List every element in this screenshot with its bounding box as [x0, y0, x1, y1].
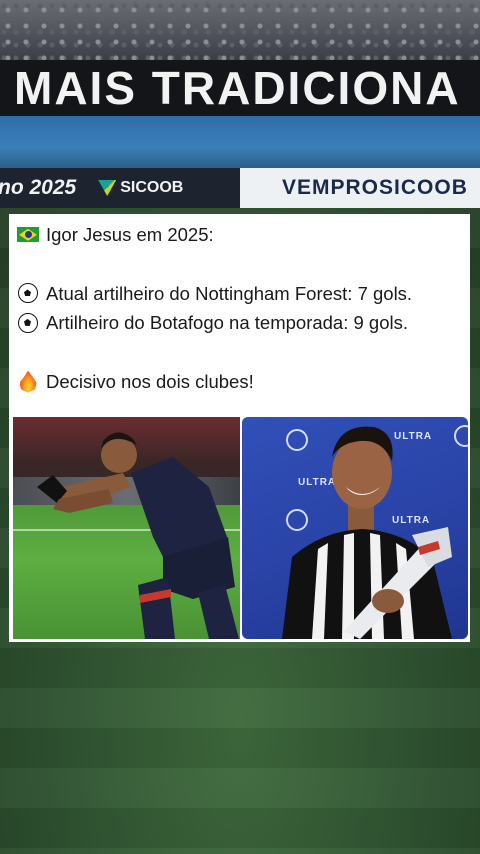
post-title: Igor Jesus em 2025:: [46, 224, 214, 245]
ad-board-left: no 2025 SICOOB: [0, 168, 240, 208]
soccer-ball-icon: [18, 312, 38, 333]
crowd: [0, 0, 480, 62]
post-text: Igor Jesus em 2025: Atual artilheiro do …: [16, 220, 466, 396]
player-with-trophy-figure: [282, 426, 452, 639]
sponsor-brand-label: SICOOB: [120, 179, 184, 196]
photo-botafogo-trophy: ULTRA ULTRA ULTRA: [242, 417, 468, 639]
ad-board: no 2025 SICOOB VEMPROSICOOB: [0, 168, 480, 208]
post-botafogo-stat: Artilheiro do Botafogo na temporada: 9 g…: [46, 312, 409, 334]
sponsor-brand: SICOOB: [98, 179, 183, 197]
ad-board-year: no 2025: [0, 176, 77, 199]
sicoob-logo-icon: [98, 180, 117, 196]
stadium-banner: MAIS TRADICIONA: [0, 60, 480, 116]
post-line-title: Igor Jesus em 2025:: [16, 220, 466, 249]
post-line-botafogo: Artilheiro do Botafogo na temporada: 9 g…: [16, 308, 466, 337]
photo-forest-celebration: [13, 417, 240, 639]
post-line-decisive: Decisivo nos dois clubes!: [16, 367, 466, 396]
stadium-banner-text: MAIS TRADICIONA: [14, 62, 461, 114]
post-decisive: Decisivo nos dois clubes!: [46, 370, 254, 392]
soccer-ball-icon: [18, 283, 38, 304]
ad-board-right: VEMPROSICOOB: [240, 168, 480, 208]
post-forest-stat: Atual artilheiro do Nottingham Forest: 7…: [46, 282, 413, 304]
post-card: Igor Jesus em 2025: Atual artilheiro do …: [9, 214, 470, 642]
ad-board-right-text: VEMPROSICOOB: [282, 176, 468, 199]
pitch-edge: [0, 116, 480, 168]
stadium-background: MAIS TRADICIONA no 2025 SICOOB VEMPROSIC…: [0, 0, 480, 215]
fire-icon: [19, 370, 37, 393]
brazil-flag-icon: [17, 227, 39, 243]
player-celebrating-figure: [37, 432, 239, 639]
post-line-forest: Atual artilheiro do Nottingham Forest: 7…: [16, 279, 466, 308]
